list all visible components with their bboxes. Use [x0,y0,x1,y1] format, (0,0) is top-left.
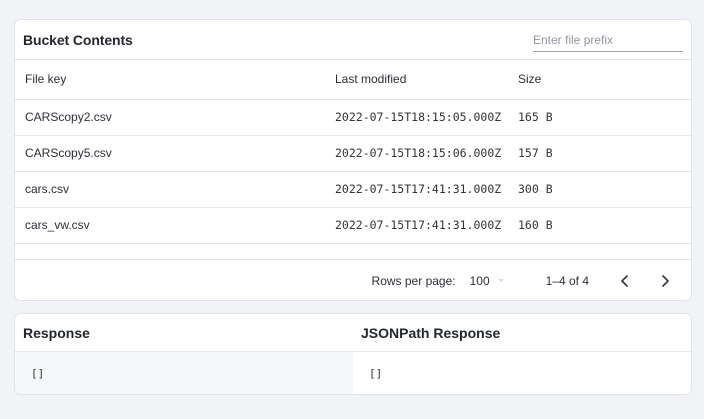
previous-page-button[interactable] [611,267,639,295]
bucket-contents-title: Bucket Contents [23,31,133,48]
table-header-row: File key Last modified Size [15,60,691,100]
size-cell: 300 B [508,171,691,208]
last-modified-cell: 2022-07-15T17:41:31.000Z [325,171,508,208]
file-key-cell: cars_vw.csv [15,207,325,244]
rows-per-page-value: 100 [469,273,490,288]
table-row[interactable]: CARScopy5.csv 2022-07-15T18:15:06.000Z 1… [15,135,691,172]
pagination-range: 1–4 of 4 [545,273,589,288]
jsonpath-response-title: JSONPath Response [361,324,501,341]
bucket-contents-card: Bucket Contents File key Last modified S… [14,19,692,301]
caret-down-icon [497,279,504,282]
bucket-contents-table: File key Last modified Size CARScopy2.cs… [15,60,691,244]
size-cell: 157 B [508,135,691,172]
table-row[interactable]: cars.csv 2022-07-15T17:41:31.000Z 300 B [15,171,691,208]
rows-per-page-select[interactable]: 100 [470,274,504,288]
jsonpath-response-output: [] [353,352,691,394]
last-modified-cell: 2022-07-15T17:41:31.000Z [325,207,508,244]
last-modified-cell: 2022-07-15T18:15:06.000Z [325,135,508,172]
bucket-contents-header: Bucket Contents [15,20,691,60]
last-modified-cell: 2022-07-15T18:15:05.000Z [325,99,508,136]
file-key-cell: cars.csv [15,171,325,208]
column-header-last-modified: Last modified [325,60,508,100]
response-output: [] [15,352,353,394]
size-cell: 160 B [508,207,691,244]
column-header-file-key: File key [15,60,325,100]
size-cell: 165 B [508,99,691,136]
table-row[interactable]: CARScopy2.csv 2022-07-15T18:15:05.000Z 1… [15,99,691,136]
rows-per-page-label: Rows per page: [371,273,456,288]
next-page-button[interactable] [651,267,679,295]
file-prefix-input[interactable] [533,29,683,52]
table-row[interactable]: cars_vw.csv 2022-07-15T17:41:31.000Z 160… [15,207,691,244]
response-card: Response JSONPath Response [] [] [14,313,692,395]
column-header-size: Size [508,60,691,100]
chevron-right-icon [662,274,669,287]
response-body: [] [] [15,352,691,394]
response-title: Response [23,324,90,341]
table-pagination: Rows per page: 100 1–4 of 4 [15,259,691,300]
response-header: Response JSONPath Response [15,314,691,352]
file-key-cell: CARScopy2.csv [15,99,325,136]
chevron-left-icon [621,274,628,287]
file-key-cell: CARScopy5.csv [15,135,325,172]
